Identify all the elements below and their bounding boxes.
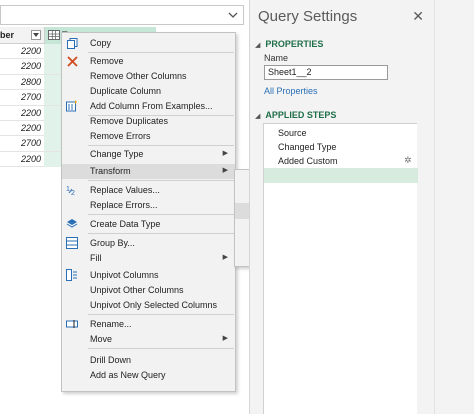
- add-column-examples-icon: [66, 100, 78, 112]
- cell-value[interactable]: 2700: [0, 90, 44, 105]
- menu-item-label: Add Column From Examples...: [90, 101, 213, 111]
- cell-value[interactable]: 2200: [0, 121, 44, 136]
- selected-step-row[interactable]: [264, 168, 418, 183]
- pane-scrollbar[interactable]: [434, 0, 474, 414]
- menu-separator: [88, 348, 234, 349]
- menu-item-label: Remove: [90, 56, 124, 66]
- menu-item-label: Drill Down: [90, 355, 132, 365]
- menu-item-label: Duplicate Column: [90, 86, 162, 96]
- menu-item-unpivot-columns[interactable]: Unpivot Columns: [62, 268, 235, 283]
- submenu-arrow-icon: ▶: [222, 167, 228, 174]
- menu-item-label: Transform: [90, 166, 131, 176]
- menu-item-group-by[interactable]: Group By...: [62, 236, 235, 251]
- properties-heading[interactable]: ◢ PROPERTIES: [255, 39, 323, 49]
- menu-item-unpivot-other-columns[interactable]: Unpivot Other Columns: [62, 283, 235, 298]
- menu-separator: [88, 233, 234, 234]
- menu-item-remove-other-columns[interactable]: Remove Other Columns: [62, 69, 235, 84]
- menu-item-create-data-type[interactable]: Create Data Type: [62, 217, 235, 232]
- menu-item-label: Move: [90, 334, 113, 344]
- query-name-input[interactable]: Sheet1__2: [264, 65, 388, 80]
- step-added-custom[interactable]: Added Custom: [278, 156, 338, 166]
- filter-dropdown-icon[interactable]: [31, 30, 41, 40]
- cell-value[interactable]: 2200: [0, 152, 44, 167]
- menu-item-drill-down[interactable]: Drill Down: [62, 353, 235, 368]
- menu-item-label: Replace Values...: [90, 185, 160, 195]
- gear-icon[interactable]: ✲: [404, 155, 412, 166]
- menu-item-duplicate-column[interactable]: Duplicate Column: [62, 84, 235, 99]
- menu-item-label: Rename...: [90, 319, 132, 329]
- close-icon[interactable]: ✕: [412, 8, 424, 25]
- table-type-icon[interactable]: [48, 30, 60, 40]
- properties-heading-label: PROPERTIES: [265, 39, 324, 49]
- menu-separator: [88, 180, 234, 181]
- menu-separator: [88, 314, 234, 315]
- applied-steps-heading-label: APPLIED STEPS: [265, 110, 337, 120]
- menu-item-label: Create Data Type: [90, 219, 161, 229]
- menu-item-replace-errors[interactable]: Replace Errors...: [62, 198, 235, 213]
- unpivot-icon: [66, 269, 78, 281]
- menu-item-remove[interactable]: Remove: [62, 54, 235, 69]
- name-label: Name: [264, 53, 289, 63]
- menu-item-add-as-new-query[interactable]: Add as New Query: [62, 368, 235, 383]
- submenu-arrow-icon: ▶: [222, 254, 228, 261]
- menu-item-label: Remove Duplicates: [90, 116, 169, 126]
- menu-item-label: Replace Errors...: [90, 200, 158, 210]
- copy-icon: [66, 37, 78, 49]
- submenu-arrow-icon: ▶: [222, 335, 228, 342]
- menu-item-remove-duplicates[interactable]: Remove Duplicates: [62, 114, 235, 129]
- menu-item-change-type[interactable]: Change Type ▶: [62, 147, 235, 162]
- all-properties-link[interactable]: All Properties: [264, 86, 318, 96]
- cell-value[interactable]: 2200: [0, 44, 44, 59]
- menu-item-label: Remove Other Columns: [90, 71, 187, 81]
- submenu-arrow-icon: ▶: [222, 150, 228, 157]
- step-changed-type[interactable]: Changed Type: [278, 142, 336, 152]
- column-header-number[interactable]: ber: [0, 27, 44, 44]
- menu-item-remove-errors[interactable]: Remove Errors: [62, 129, 235, 144]
- replace-values-icon: 12: [66, 184, 78, 196]
- menu-item-label: Remove Errors: [90, 131, 151, 141]
- menu-item-label: Fill: [90, 253, 102, 263]
- applied-steps-heading[interactable]: ◢ APPLIED STEPS: [255, 110, 336, 120]
- chevron-down-icon[interactable]: [227, 9, 239, 21]
- menu-separator: [88, 214, 234, 215]
- menu-item-replace-values[interactable]: 1 2 Replace Values...: [62, 183, 235, 198]
- menu-item-fill[interactable]: Fill ▶: [62, 251, 235, 266]
- menu-item-label: Add as New Query: [90, 370, 166, 380]
- formula-bar[interactable]: [0, 5, 244, 25]
- group-by-icon: [66, 237, 78, 249]
- menu-item-copy[interactable]: Copy: [62, 36, 235, 51]
- applied-steps-list: Source Changed Type Added Custom ✲: [263, 123, 418, 414]
- rename-icon: [66, 318, 78, 330]
- menu-item-move[interactable]: Move ▶: [62, 332, 235, 347]
- cell-value[interactable]: 2200: [0, 106, 44, 121]
- column-header-label: ber: [0, 30, 15, 40]
- menu-item-label: Unpivot Columns: [90, 270, 159, 280]
- data-type-icon: [66, 218, 78, 230]
- remove-x-icon: [66, 55, 78, 67]
- menu-item-unpivot-only-selected-columns[interactable]: Unpivot Only Selected Columns: [62, 298, 235, 313]
- menu-item-label: Unpivot Other Columns: [90, 285, 184, 295]
- menu-item-label: Copy: [90, 38, 112, 48]
- menu-separator: [88, 52, 234, 53]
- collapse-triangle-icon[interactable]: ◢: [255, 112, 260, 120]
- menu-separator: [88, 145, 234, 146]
- menu-item-label: Unpivot Only Selected Columns: [90, 300, 218, 310]
- menu-item-rename[interactable]: Rename...: [62, 317, 235, 332]
- cell-value[interactable]: 2200: [0, 59, 44, 74]
- collapse-triangle-icon[interactable]: ◢: [255, 41, 260, 49]
- menu-item-label: Change Type: [90, 149, 144, 159]
- cell-value[interactable]: 2800: [0, 75, 44, 90]
- menu-item-transform[interactable]: Transform ▶: [62, 164, 235, 179]
- step-source[interactable]: Source: [278, 128, 307, 138]
- menu-item-label: Group By...: [90, 238, 135, 248]
- context-menu: Copy Remove Remove Other Columns Duplicate …: [61, 32, 236, 392]
- menu-item-add-column-from-examples[interactable]: Add Column From Examples...: [62, 99, 235, 114]
- svg-text:2: 2: [71, 190, 75, 196]
- query-settings-pane: Query Settings ✕ ◢ PROPERTIES Name Sheet1…: [249, 0, 474, 414]
- cell-value[interactable]: 2700: [0, 136, 44, 151]
- pane-title: Query Settings: [258, 8, 358, 25]
